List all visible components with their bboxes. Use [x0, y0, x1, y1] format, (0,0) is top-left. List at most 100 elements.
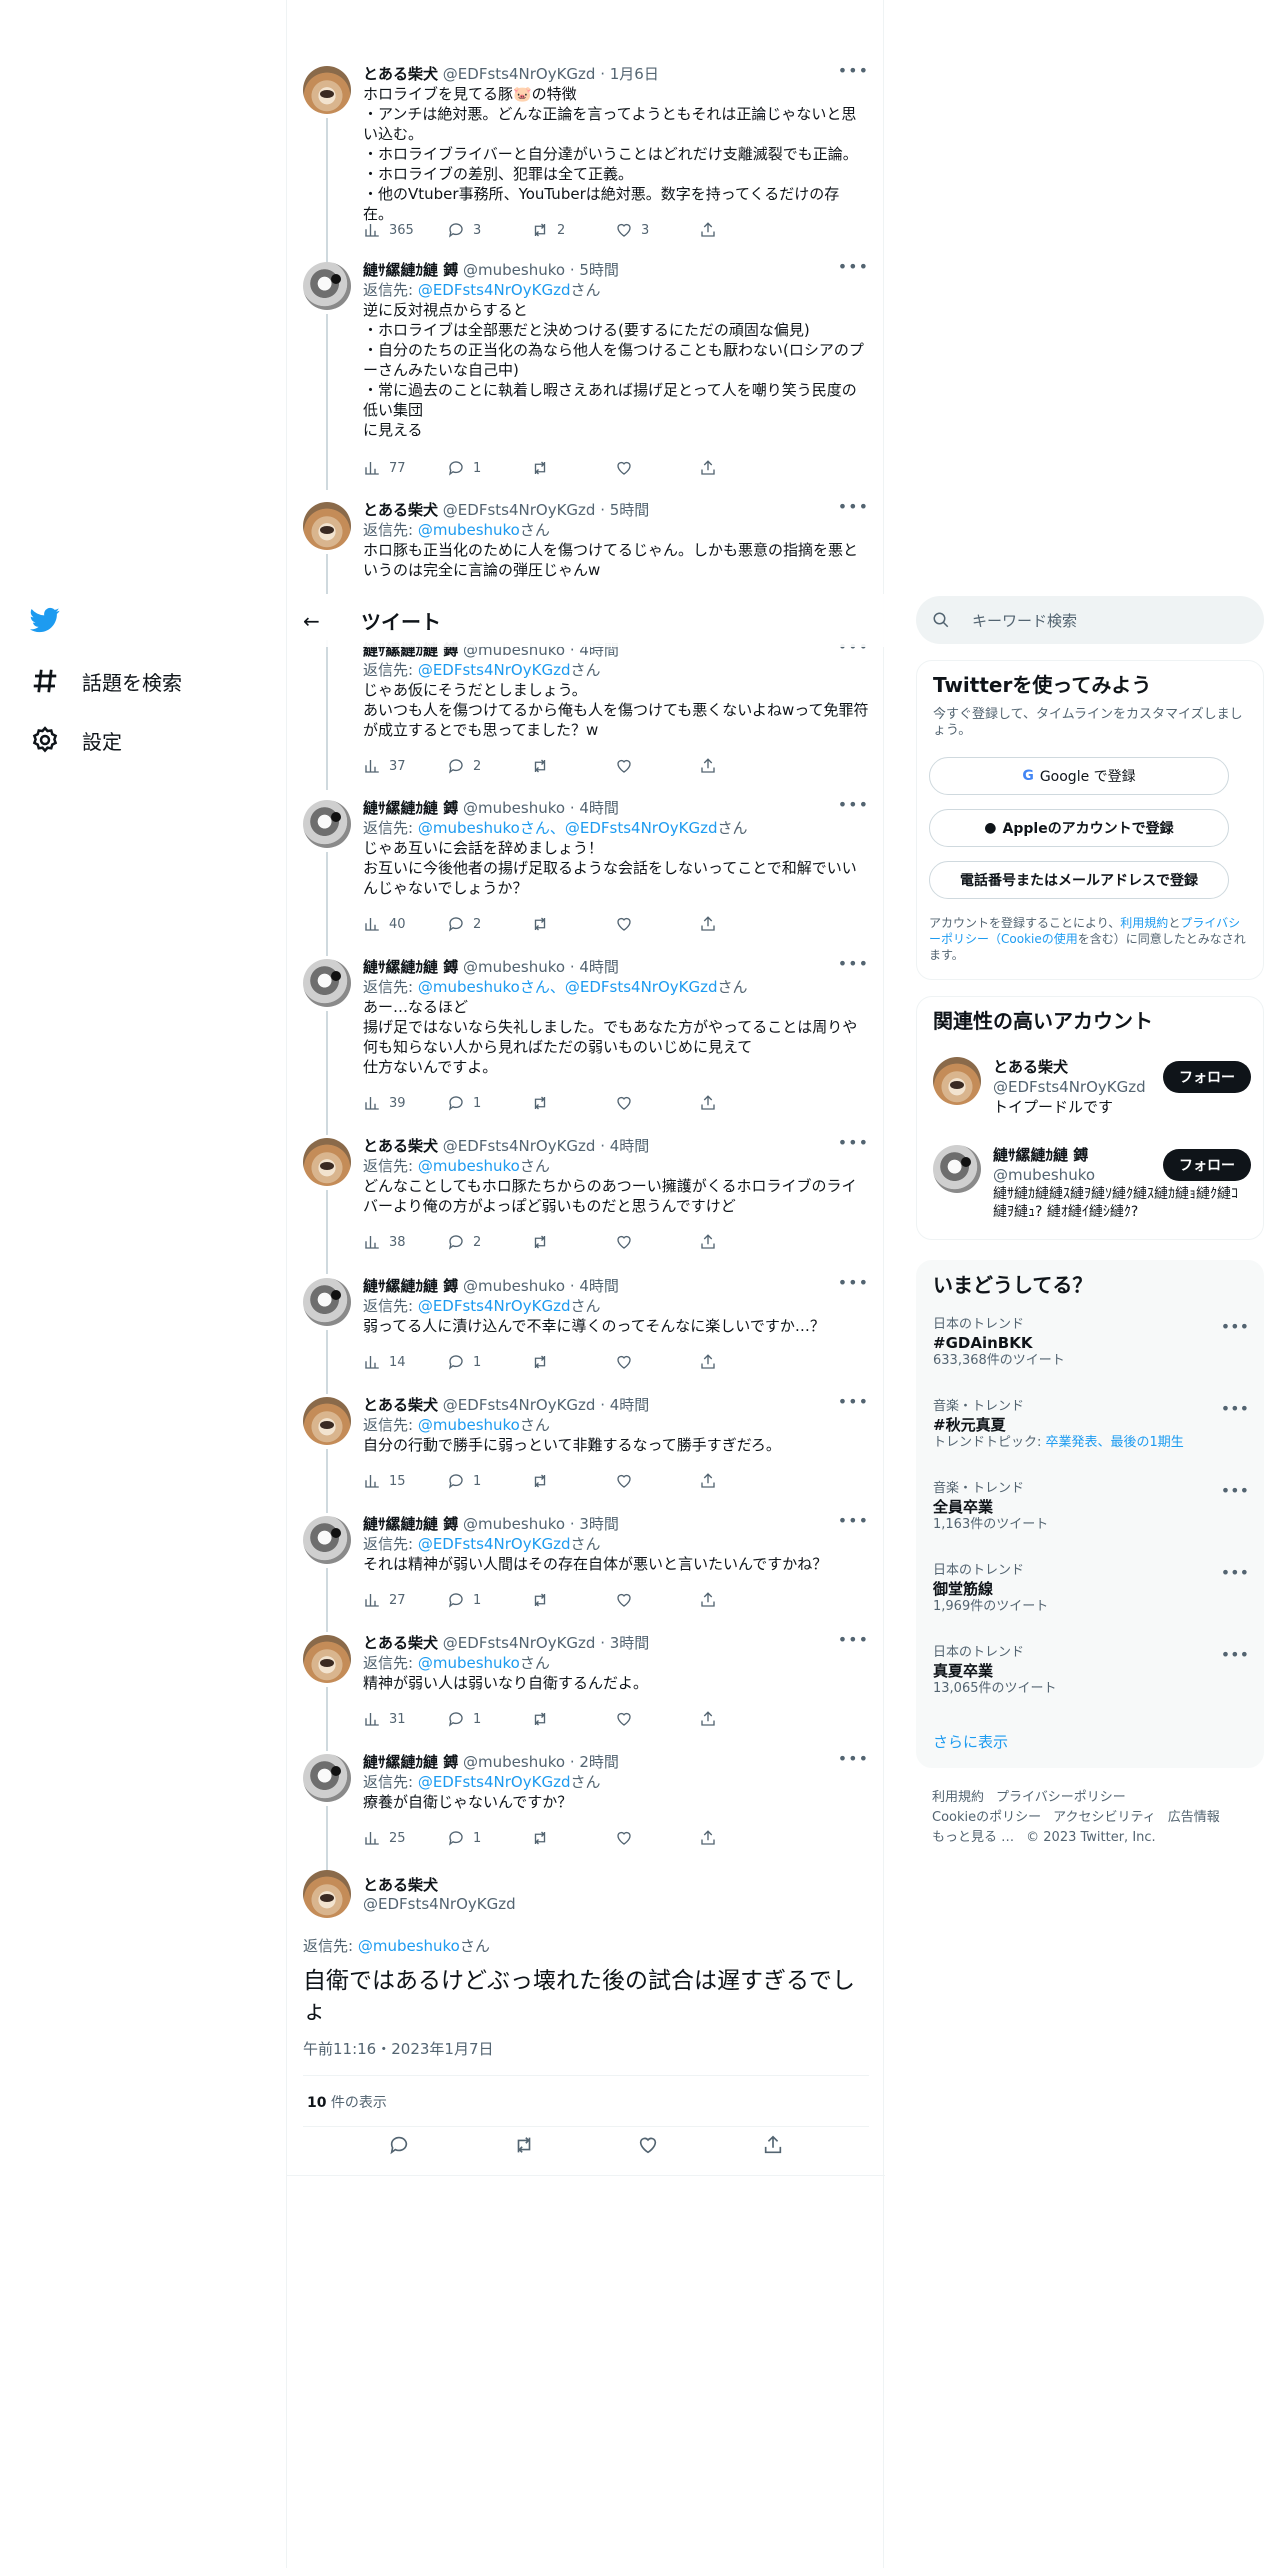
like-button[interactable] — [615, 1353, 699, 1371]
reply-button[interactable]: 2 — [447, 757, 531, 775]
views-button[interactable]: 31 — [363, 1710, 447, 1728]
apple-signup-button[interactable]: ● Appleのアカウントで登録 — [929, 809, 1229, 847]
reply-to-link[interactable]: @EDFsts4NrOyKGzd — [418, 1773, 571, 1791]
reply-button[interactable]: 1 — [447, 459, 531, 477]
avatar[interactable] — [303, 502, 351, 550]
retweet-button[interactable] — [531, 1094, 615, 1112]
retweet-button[interactable] — [531, 1353, 615, 1371]
like-button[interactable]: 3 — [615, 221, 699, 239]
share-icon[interactable] — [762, 2134, 784, 2156]
share-button[interactable] — [699, 1710, 783, 1728]
author-name[interactable]: 縺ｻ縲縺ｶ縺 鎛 — [363, 1277, 458, 1295]
reply-to-link[interactable]: @mubeshuko — [418, 1416, 520, 1434]
avatar[interactable] — [303, 1278, 351, 1326]
footer-link[interactable]: プライバシーポリシー — [996, 1790, 1126, 1805]
avatar[interactable] — [303, 262, 351, 310]
author-name[interactable]: とある柴犬 — [363, 1634, 438, 1652]
follow-button[interactable]: フォロー — [1163, 1149, 1251, 1181]
tweet-time[interactable]: 1月6日 — [610, 65, 659, 83]
avatar[interactable] — [303, 959, 351, 1007]
tweet-time[interactable]: 3時間 — [579, 1515, 619, 1533]
retweet-button[interactable] — [531, 1591, 615, 1609]
like-button[interactable] — [615, 1094, 699, 1112]
like-button[interactable] — [615, 1591, 699, 1609]
tweet-time[interactable]: 4時間 — [579, 1277, 619, 1295]
like-button[interactable] — [615, 1829, 699, 1847]
like-button[interactable] — [615, 1472, 699, 1490]
avatar[interactable] — [303, 1635, 351, 1683]
footer-link[interactable]: Cookieのポリシー — [932, 1810, 1041, 1825]
retweet-icon[interactable] — [513, 2134, 535, 2156]
author-handle[interactable]: @EDFsts4NrOyKGzd — [443, 65, 596, 83]
related-account[interactable]: とある柴犬 @EDFsts4NrOyKGzd トイプードルです フォロー — [917, 1057, 1265, 1141]
views-button[interactable]: 37 — [363, 757, 447, 775]
tweet[interactable]: とある柴犬 @EDFsts4NrOyKGzd · 4時間 ••• 返信先: @m… — [287, 1394, 885, 1513]
like-button[interactable] — [615, 1710, 699, 1728]
author-handle[interactable]: @mubeshuko — [463, 958, 565, 976]
author-name[interactable]: とある柴犬 — [363, 65, 438, 83]
trend-item[interactable]: 日本のトレンド 御堂筋線 1,969件のツイート ••• — [933, 1563, 1249, 1635]
more-icon[interactable]: ••• — [838, 1135, 869, 1151]
reply-to-link[interactable]: @EDFsts4NrOyKGzd — [418, 661, 571, 679]
tweet[interactable]: とある柴犬 @EDFsts4NrOyKGzd · 4時間 ••• 返信先: @m… — [287, 1135, 885, 1274]
author-handle[interactable]: @mubeshuko — [463, 1515, 565, 1533]
search-input[interactable]: キーワード検索 — [972, 610, 1077, 631]
tweet-time[interactable]: 4時間 — [610, 1396, 650, 1414]
views-button[interactable]: 77 — [363, 459, 447, 477]
reply-to-link[interactable]: @mubeshuko — [418, 521, 520, 539]
reply-to-link[interactable]: @mubeshukoさん、@EDFsts4NrOyKGzd — [418, 978, 718, 996]
heart-icon[interactable] — [637, 2134, 659, 2156]
share-button[interactable] — [699, 1353, 783, 1371]
avatar[interactable] — [933, 1145, 981, 1193]
more-icon[interactable]: ••• — [838, 1275, 869, 1291]
share-button[interactable] — [699, 221, 783, 239]
views-button[interactable]: 15 — [363, 1472, 447, 1490]
reply-icon[interactable] — [388, 2134, 410, 2156]
reply-button[interactable]: 2 — [447, 915, 531, 933]
trend-item[interactable]: 日本のトレンド 真夏卒業 13,065件のツイート ••• — [933, 1645, 1249, 1717]
author-name[interactable]: 縺ｻ縲縺ｶ縺 鎛 — [363, 1515, 458, 1533]
author-handle[interactable]: @EDFsts4NrOyKGzd — [443, 501, 596, 519]
reply-to-link[interactable]: @EDFsts4NrOyKGzd — [418, 1535, 571, 1553]
avatar[interactable] — [303, 1870, 351, 1918]
tweet[interactable]: 縺ｻ縲縺ｶ縺 鎛 @mubeshuko · 5時間 ••• 返信先: @EDFs… — [287, 259, 885, 490]
author-name[interactable]: 縺ｻ縲縺ｶ縺 鎛 — [363, 1753, 458, 1771]
retweet-button[interactable] — [531, 1472, 615, 1490]
retweet-button[interactable] — [531, 1233, 615, 1251]
tweet-time[interactable]: 4時間 — [579, 958, 619, 976]
avatar[interactable] — [303, 800, 351, 848]
more-icon[interactable]: ••• — [838, 956, 869, 972]
views-button[interactable]: 25 — [363, 1829, 447, 1847]
tweet-time[interactable]: 2時間 — [579, 1753, 619, 1771]
trend-topic-links[interactable]: 卒業発表、最後の1期生 — [1046, 1435, 1184, 1450]
trend-item[interactable]: 音楽・トレンド #秋元真夏 トレンドトピック: 卒業発表、最後の1期生 ••• — [933, 1399, 1249, 1471]
avatar[interactable] — [303, 66, 351, 114]
more-icon[interactable]: ••• — [838, 1632, 869, 1648]
footer-link[interactable]: 利用規約 — [932, 1790, 984, 1805]
tweet-timestamp[interactable]: 午前11:16・2023年1月7日 — [303, 2038, 494, 2059]
author-handle[interactable]: @mubeshuko — [463, 261, 565, 279]
tweet[interactable]: 縺ｻ縲縺ｶ縺 鎛 @mubeshuko · 3時間 ••• 返信先: @EDFs… — [287, 1513, 885, 1632]
views-button[interactable]: 365 — [363, 221, 447, 239]
related-account[interactable]: 縺ｻ縲縺ｶ縺 鎛 @mubeshuko 縺ｻ縺ｶ縺縺ｽ縺ｦ縺ｿ縺ｸ縺ｽ縺ｶ縺ｮ縺… — [917, 1145, 1265, 1229]
tweet-time[interactable]: 4時間 — [579, 799, 619, 817]
reply-button[interactable]: 1 — [447, 1710, 531, 1728]
tweet-time[interactable]: 5時間 — [610, 501, 650, 519]
retweet-button[interactable] — [531, 1710, 615, 1728]
reply-to-link[interactable]: @mubeshuko — [358, 1937, 460, 1955]
trend-item[interactable]: 日本のトレンド #GDAinBKK 633,368件のツイート ••• — [933, 1317, 1249, 1389]
phone-signup-button[interactable]: 電話番号またはメールアドレスで登録 — [929, 861, 1229, 899]
reply-button[interactable]: 2 — [447, 1233, 531, 1251]
retweet-button[interactable] — [531, 1829, 615, 1847]
like-button[interactable] — [615, 459, 699, 477]
share-button[interactable] — [699, 757, 783, 775]
avatar[interactable] — [303, 1516, 351, 1564]
retweet-button[interactable] — [531, 915, 615, 933]
reply-button[interactable]: 1 — [447, 1829, 531, 1847]
author-name[interactable]: とある柴犬 — [363, 1137, 438, 1155]
terms-link[interactable]: 利用規約 — [1120, 916, 1168, 930]
share-button[interactable] — [699, 1591, 783, 1609]
more-icon[interactable]: ••• — [1221, 1481, 1249, 1500]
avatar[interactable] — [933, 1057, 981, 1105]
author-handle[interactable]: @mubeshuko — [463, 1753, 565, 1771]
